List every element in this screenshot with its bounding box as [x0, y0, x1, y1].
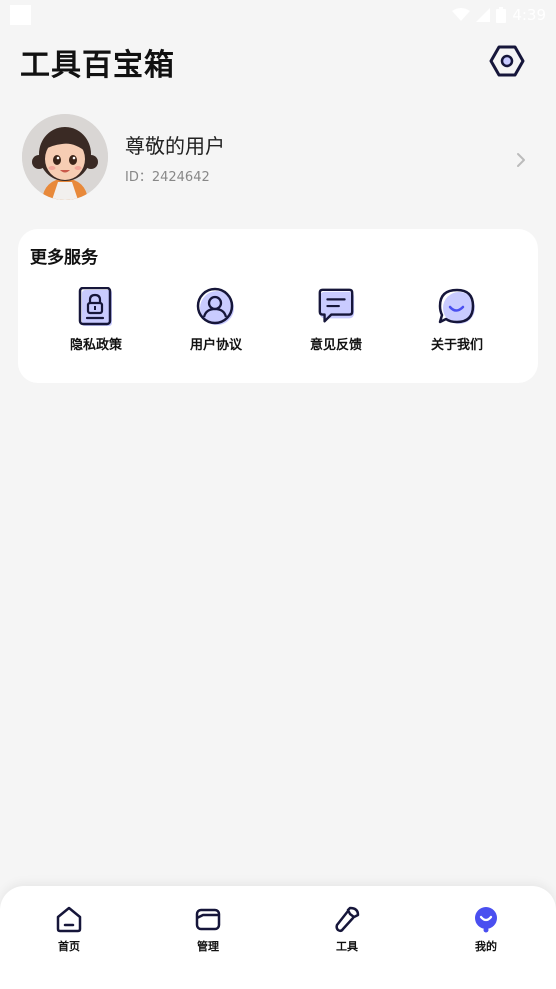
folder-icon: [193, 904, 223, 934]
profile-icon: [471, 904, 501, 934]
signal-icon: [476, 8, 491, 22]
avatar[interactable]: [22, 114, 108, 200]
settings-button[interactable]: [486, 40, 528, 82]
avatar-illustration: [22, 114, 108, 200]
home-icon: [54, 904, 84, 934]
username: 尊敬的用户: [125, 134, 225, 158]
feedback-button[interactable]: 意见反馈: [286, 287, 386, 357]
tab-tools[interactable]: 工具: [307, 904, 387, 964]
privacy-policy-button[interactable]: 隐私政策: [46, 287, 146, 357]
wifi-icon: [452, 8, 471, 21]
user-id: ID：2424642: [125, 170, 210, 185]
tab-label: 首页: [58, 940, 80, 953]
tab-manage[interactable]: 管理: [168, 904, 248, 964]
services-title: 更多服务: [30, 248, 98, 268]
settings-hexagon-icon: [489, 45, 525, 77]
tab-home[interactable]: 首页: [29, 904, 109, 964]
service-label: 意见反馈: [309, 338, 362, 353]
tab-mine[interactable]: 我的: [446, 904, 526, 964]
about-chat-icon: [437, 287, 477, 327]
status-bar: 4:39: [0, 0, 556, 30]
service-label: 用户协议: [189, 338, 242, 353]
tab-label: 工具: [336, 940, 358, 953]
chevron-right-icon: [517, 153, 525, 167]
feedback-message-icon: [316, 287, 356, 327]
more-services-card: 更多服务 隐私政策 用户协议 意见反馈 关于我们: [18, 229, 538, 383]
tab-label: 我的: [475, 940, 497, 953]
user-agreement-button[interactable]: 用户协议: [166, 287, 266, 357]
service-label: 隐私政策: [69, 338, 122, 353]
page-title: 工具百宝箱: [20, 48, 175, 83]
battery-icon: [496, 7, 507, 23]
tab-label: 管理: [197, 940, 219, 953]
about-us-button[interactable]: 关于我们: [407, 287, 507, 357]
status-indicators: 4:39: [452, 6, 546, 24]
privacy-lock-icon: [76, 287, 116, 327]
wrench-icon: [332, 904, 362, 934]
status-time: 4:39: [512, 6, 546, 24]
user-agreement-icon: [196, 287, 236, 327]
profile-row[interactable]: 尊敬的用户 ID：2424642: [0, 110, 556, 206]
bottom-tab-bar: 首页 管理 工具 我的: [0, 886, 556, 989]
notification-icon: [10, 5, 31, 25]
service-label: 关于我们: [430, 338, 483, 353]
